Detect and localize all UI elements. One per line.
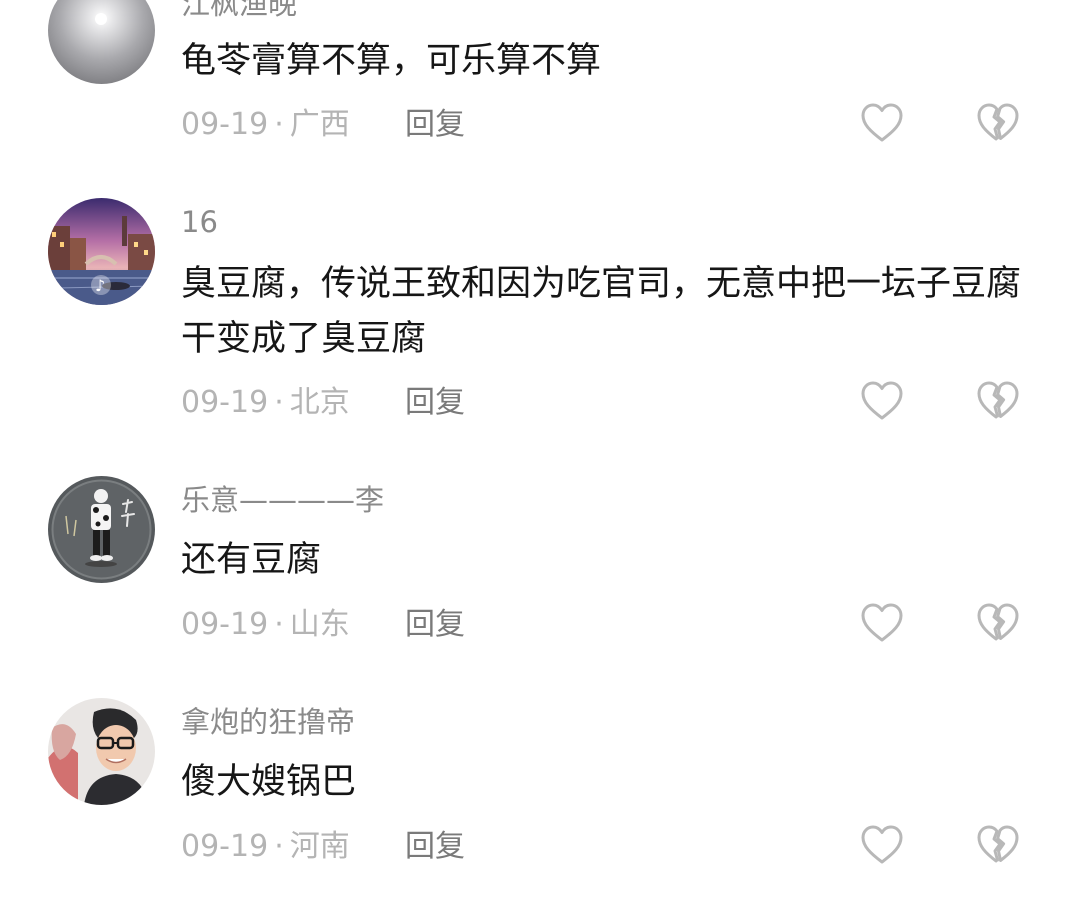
heart-outline-icon [861,103,903,142]
user-avatar[interactable] [48,476,155,583]
comment-date: 09-19 [181,107,269,142]
comment-meta: 09-19 · 山东 [181,607,350,643]
comment-text: 龟苓膏算不算，可乐算不算 [181,41,602,81]
canal-city-night-avatar-icon: ♪ [48,198,155,305]
broken-heart-icon [977,381,1019,419]
comment-date: 09-19 [181,607,269,642]
comment-text: 还有豆腐 [181,540,322,580]
gray-sphere-avatar-icon [48,0,155,84]
comment-username[interactable]: 拿炮的狂撸帝 [181,704,355,740]
reply-button[interactable]: 回复 [405,107,465,143]
dislike-button[interactable] [976,602,1020,644]
like-button[interactable] [860,602,904,644]
comment-location: 北京 [289,385,350,420]
reply-button[interactable]: 回复 [405,829,465,865]
user-avatar[interactable] [48,0,155,84]
comment-item: 江枫渔晚 龟苓膏算不算，可乐算不算 09-19 · 广西 回复 [0,0,1080,170]
comment-item: 乐意————李 还有豆腐 09-19 · 山东 回复 [0,458,1080,678]
comment-location: 山东 [289,607,350,642]
heart-outline-icon [861,381,903,420]
comment-username[interactable]: 江枫渔晚 [181,0,297,22]
user-avatar[interactable] [48,698,155,805]
comment-date: 09-19 [181,385,269,420]
comment-text: 傻大嫂锅巴 [181,762,357,802]
like-button[interactable] [860,824,904,866]
like-button[interactable] [860,102,904,144]
broken-heart-icon [977,603,1019,641]
svg-text:♪: ♪ [95,276,105,295]
meta-separator: · [274,385,284,420]
comment-username[interactable]: 16 [181,204,218,240]
man-with-glasses-avatar-icon [48,698,155,805]
comment-meta: 09-19 · 河南 [181,829,350,865]
comment-date: 09-19 [181,829,269,864]
comment-meta: 09-19 · 北京 [181,385,350,421]
comment-item: 拿炮的狂撸帝 傻大嫂锅巴 09-19 · 河南 回复 [0,680,1080,917]
meta-separator: · [274,607,284,642]
broken-heart-icon [977,825,1019,863]
comment-item: ♪ 16 臭豆腐，传说王致和因为吃官司，无意中把一坛子豆腐干变成了臭豆腐 09-… [0,180,1080,450]
broken-heart-icon [977,103,1019,141]
heart-outline-icon [861,825,903,864]
dislike-button[interactable] [976,824,1020,866]
reply-button[interactable]: 回复 [405,607,465,643]
comment-meta: 09-19 · 广西 [181,107,350,143]
meta-separator: · [274,829,284,864]
dislike-button[interactable] [976,102,1020,144]
user-avatar[interactable]: ♪ [48,198,155,305]
cartoon-figure-avatar-icon [48,476,155,583]
meta-separator: · [274,107,284,142]
comment-location: 广西 [289,107,350,142]
like-button[interactable] [860,380,904,422]
heart-outline-icon [861,603,903,642]
comment-text: 臭豆腐，传说王致和因为吃官司，无意中把一坛子豆腐干变成了臭豆腐 [181,264,1022,359]
dislike-button[interactable] [976,380,1020,422]
reply-button[interactable]: 回复 [405,385,465,421]
comment-username[interactable]: 乐意————李 [181,482,384,518]
comment-location: 河南 [289,829,350,864]
